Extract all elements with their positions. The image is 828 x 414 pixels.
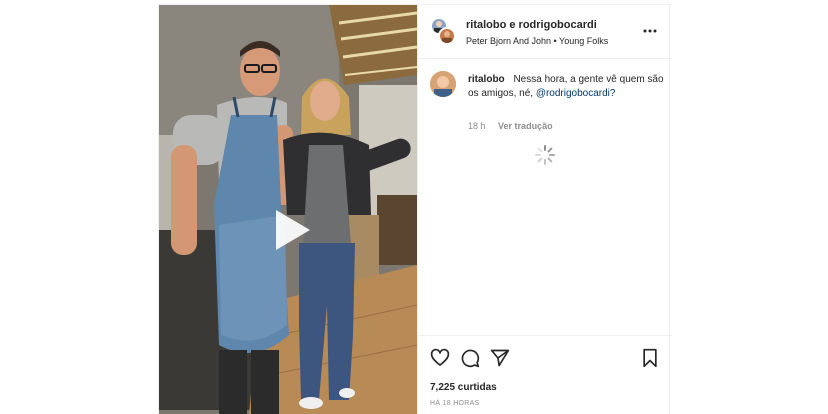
caption-username[interactable]: ritalobo (468, 74, 505, 85)
play-icon[interactable] (266, 206, 314, 254)
post-actions: 7,225 curtidas HÁ 18 HORAS (418, 335, 672, 414)
audio-track-label[interactable]: Peter Bjorn And John • Young Folks (466, 36, 608, 46)
post-side-panel: ritalobo e rodrigobocardi Peter Bjorn An… (417, 5, 672, 414)
caption-mention[interactable]: @rodrigobocardi? (536, 88, 616, 99)
caption-text-block: ritalobo Nessa hora, a gente vê quem são… (468, 73, 664, 101)
share-icon[interactable] (490, 348, 510, 368)
see-translation-link[interactable]: Ver tradução (498, 121, 553, 131)
post-header: ritalobo e rodrigobocardi Peter Bjorn An… (418, 5, 672, 59)
post-timestamp[interactable]: HÁ 18 HORAS (430, 400, 480, 407)
post-video[interactable] (159, 5, 417, 414)
loading-spinner-icon (535, 145, 555, 165)
bookmark-icon[interactable] (640, 348, 660, 368)
collab-avatars[interactable] (430, 17, 460, 47)
likes-count[interactable]: 7,225 curtidas (430, 382, 497, 393)
caption-time: 18 h (468, 121, 486, 131)
caption-avatar[interactable] (430, 71, 456, 97)
heart-icon[interactable] (430, 348, 450, 368)
post-author-names[interactable]: ritalobo e rodrigobocardi (466, 19, 597, 31)
more-horizontal-icon[interactable] (642, 24, 658, 38)
caption-meta: 18 h Ver tradução (468, 121, 553, 131)
avatar-rodrigobocardi[interactable] (438, 27, 456, 45)
comment-icon[interactable] (460, 348, 480, 368)
instagram-post: ritalobo e rodrigobocardi Peter Bjorn An… (158, 4, 672, 414)
